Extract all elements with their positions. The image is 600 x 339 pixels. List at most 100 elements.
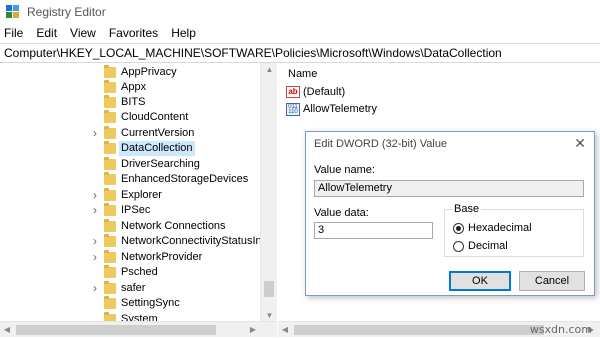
folder-icon (104, 296, 116, 309)
key-tree-pane[interactable]: AppPrivacy Appx BITS CloudContent › Curr… (0, 63, 277, 323)
scrollbar-thumb[interactable] (264, 281, 274, 297)
tree-item-label: BITS (121, 96, 146, 108)
folder-icon (104, 80, 116, 93)
folder-icon (104, 157, 116, 170)
dialog-title: Edit DWORD (32-bit) Value (314, 138, 448, 150)
folder-icon (104, 95, 116, 108)
scrollbar-thumb[interactable] (294, 325, 544, 335)
tree-item-label: NetworkConnectivityStatusIndi (121, 235, 271, 247)
tree-item-label: NetworkProvider (121, 251, 203, 263)
column-header-name[interactable]: Name (288, 68, 317, 80)
tree-item-appx[interactable]: Appx (0, 80, 260, 95)
tree-item-enhancedstoragedevices[interactable]: EnhancedStorageDevices (0, 172, 260, 187)
address-bar[interactable]: Computer\HKEY_LOCAL_MACHINE\SOFTWARE\Pol… (0, 43, 600, 63)
folder-icon (104, 126, 116, 139)
cancel-button[interactable]: Cancel (519, 271, 585, 291)
tree-item-label: CurrentVersion (121, 127, 195, 139)
folder-icon (104, 234, 116, 247)
menu-view[interactable]: View (70, 26, 96, 40)
window-title: Registry Editor (27, 5, 106, 19)
scrollbar-thumb[interactable] (16, 325, 216, 335)
value-row-allowtelemetry[interactable]: 011 110 AllowTelemetry (286, 101, 377, 117)
value-data-label: Value data: (314, 207, 369, 219)
folder-icon (104, 188, 116, 201)
tree-item-bits[interactable]: BITS (0, 95, 260, 110)
folder-icon (104, 281, 116, 294)
tree-item-label: EnhancedStorageDevices (121, 173, 249, 185)
tree-item-explorer[interactable]: › Explorer (0, 188, 260, 203)
scroll-up-arrow-icon[interactable]: ▲ (261, 63, 278, 77)
tree-item-label: Network Connections (121, 220, 226, 232)
base-label: Base (452, 203, 482, 215)
tree-item-label: Psched (121, 266, 158, 278)
value-name-field: AllowTelemetry (314, 180, 584, 197)
chevron-right-icon[interactable]: › (90, 188, 100, 203)
dword-value-icon: 011 110 (286, 102, 300, 116)
scroll-left-arrow-icon[interactable]: ◀ (278, 322, 292, 338)
chevron-right-icon[interactable]: › (90, 234, 100, 249)
scroll-right-arrow-icon[interactable]: ▶ (246, 322, 260, 338)
tree-item-label: CloudContent (121, 111, 189, 123)
folder-icon (104, 172, 116, 185)
string-value-icon: ab (286, 86, 300, 98)
watermark: wsxdn.com (529, 323, 592, 336)
chevron-right-icon[interactable]: › (90, 250, 100, 265)
tree-horizontal-scrollbar[interactable]: ◀ ▶ (0, 321, 277, 337)
menu-edit[interactable]: Edit (36, 26, 57, 40)
tree-item-label-selected: DataCollection (119, 141, 195, 156)
radio-unselected-icon[interactable] (453, 240, 464, 252)
folder-icon (104, 65, 116, 78)
tree-item-safer[interactable]: › safer (0, 281, 260, 296)
tree-item-label: DriverSearching (121, 158, 200, 170)
tree-item-cloudcontent[interactable]: CloudContent (0, 110, 260, 125)
folder-icon (104, 265, 116, 278)
tree-item-networkprovider[interactable]: › NetworkProvider (0, 250, 260, 265)
tree-item-label: SettingSync (121, 297, 180, 309)
radio-hexadecimal[interactable]: Hexadecimal (453, 222, 532, 234)
tree-item-settingsync[interactable]: SettingSync (0, 296, 260, 311)
tree-item-psched[interactable]: Psched (0, 265, 260, 280)
value-name-label: Value name: (314, 164, 375, 176)
radio-selected-icon[interactable] (453, 222, 464, 234)
value-data-field[interactable]: 3 (314, 222, 433, 239)
chevron-right-icon[interactable]: › (90, 203, 100, 218)
tree-item-driversearching[interactable]: DriverSearching (0, 157, 260, 172)
folder-icon (104, 219, 116, 232)
close-icon[interactable]: ✕ (574, 135, 586, 152)
value-row-default[interactable]: ab (Default) (286, 84, 345, 100)
folder-icon (104, 203, 116, 216)
menu-file[interactable]: File (4, 26, 23, 40)
scroll-left-arrow-icon[interactable]: ◀ (0, 322, 14, 338)
tree-item-appprivacy[interactable]: AppPrivacy (0, 65, 260, 80)
tree-item-label: safer (121, 282, 146, 294)
edit-dword-dialog: Edit DWORD (32-bit) Value ✕ Value name: … (305, 131, 595, 296)
radio-label: Decimal (468, 240, 508, 252)
folder-icon (104, 250, 116, 263)
value-name: AllowTelemetry (303, 103, 377, 115)
menu-bar: File Edit View Favorites Help (0, 24, 600, 42)
registry-editor-icon (6, 5, 20, 19)
base-groupbox: Base Hexadecimal Decimal (444, 203, 584, 257)
address-path[interactable]: Computer\HKEY_LOCAL_MACHINE\SOFTWARE\Pol… (4, 46, 502, 60)
title-bar: Registry Editor (0, 0, 600, 24)
radio-label: Hexadecimal (468, 222, 532, 234)
menu-help[interactable]: Help (171, 26, 196, 40)
chevron-right-icon[interactable]: › (90, 126, 100, 141)
tree-item-datacollection[interactable]: DataCollection (0, 141, 260, 156)
tree-item-ipsec[interactable]: › IPSec (0, 203, 260, 218)
tree-item-label: IPSec (121, 204, 151, 216)
tree-item-label: Explorer (121, 189, 162, 201)
tree-item-label: Appx (121, 81, 147, 93)
folder-icon (104, 110, 116, 123)
tree-item-currentversion[interactable]: › CurrentVersion (0, 126, 260, 141)
radio-decimal[interactable]: Decimal (453, 240, 508, 252)
ok-button[interactable]: OK (449, 271, 511, 291)
folder-icon (104, 141, 116, 154)
value-name: (Default) (303, 86, 346, 98)
tree-item-network-connections[interactable]: Network Connections (0, 219, 260, 234)
tree-vertical-scrollbar[interactable]: ▲ ▼ (260, 63, 277, 323)
tree-item-label: AppPrivacy (121, 66, 177, 78)
menu-favorites[interactable]: Favorites (109, 26, 158, 40)
chevron-right-icon[interactable]: › (90, 281, 100, 296)
tree-item-networkconnectivitystatusindi[interactable]: › NetworkConnectivityStatusIndi (0, 234, 270, 249)
